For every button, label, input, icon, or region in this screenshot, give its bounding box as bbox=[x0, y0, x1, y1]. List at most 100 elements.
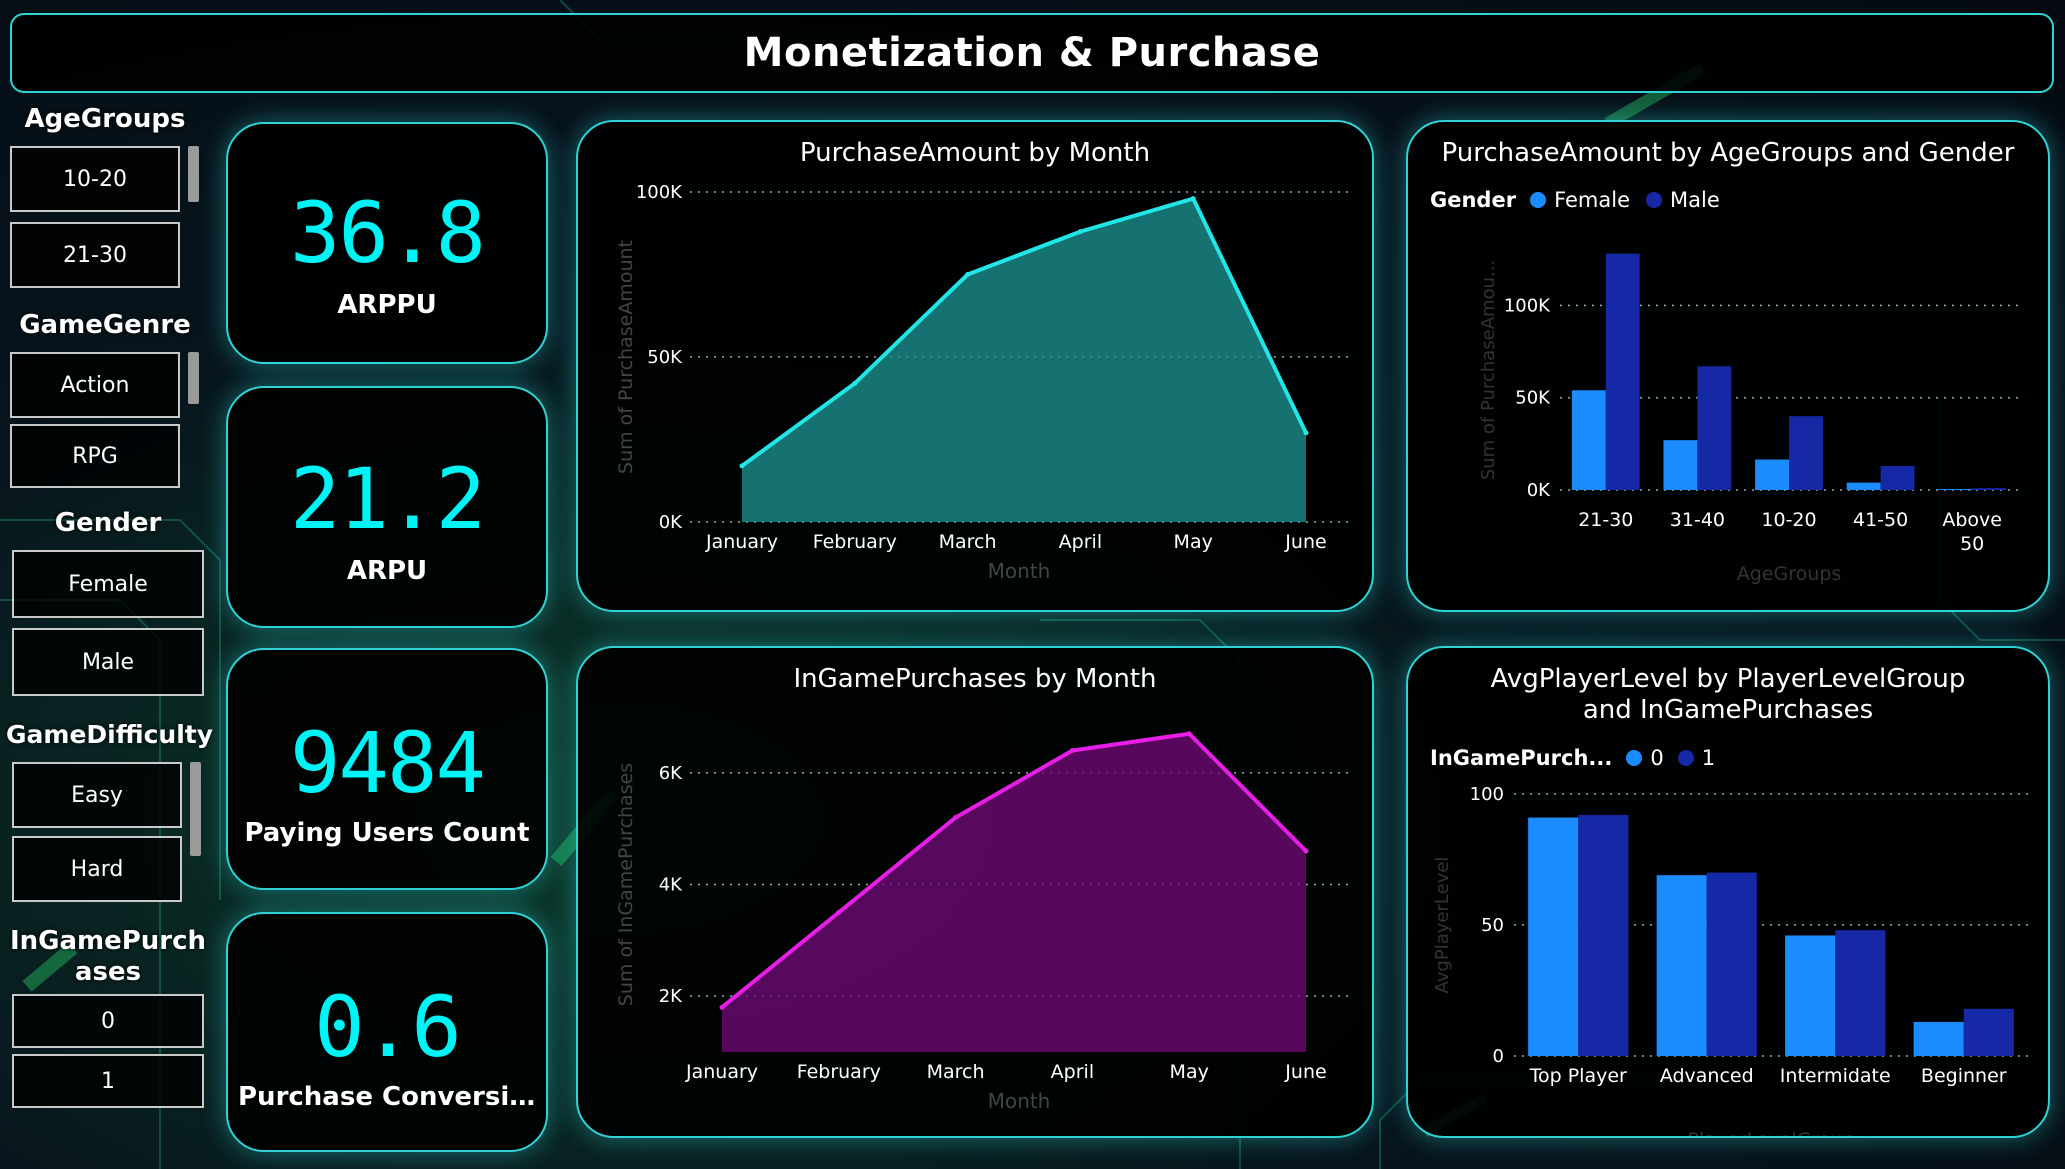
kpi-card-purchase-conversion: 0.6 Purchase Conversio... bbox=[226, 912, 548, 1152]
x-tick-label: February bbox=[797, 1061, 881, 1083]
slicer-item-genre-rpg[interactable]: RPG bbox=[10, 424, 180, 488]
chart-plot: 0 50 100 Top Player Advanced Intermidate Begin… bbox=[1432, 784, 2028, 1136]
kpi-label-arppu: ARPPU bbox=[337, 290, 437, 320]
chart-plot: 0K 50K 100K 21-30 31-40 10-20 41-50 Above50 AgeG… bbox=[1478, 253, 2018, 585]
kpi-label-purchase-conversion: Purchase Conversio... bbox=[238, 1082, 546, 1112]
kpi-value-purchase-conversion: 0.6 bbox=[314, 978, 462, 1076]
data-point bbox=[739, 463, 745, 469]
bar-male bbox=[1972, 488, 2007, 490]
kpi-card-arpu: 21.2 ARPU bbox=[226, 386, 548, 628]
kpi-card-paying-users: 9484 Paying Users Count bbox=[226, 648, 548, 890]
slicer-item-difficulty-hard[interactable]: Hard bbox=[12, 836, 182, 902]
y-tick-label: 4K bbox=[659, 875, 683, 896]
kpi-value-arppu: 36.8 bbox=[289, 184, 486, 282]
y-tick-label: 100 bbox=[1470, 784, 1504, 805]
x-tick-label: April bbox=[1059, 531, 1102, 553]
y-tick-label: 50K bbox=[1515, 388, 1551, 409]
x-tick-label: 10-20 bbox=[1761, 509, 1816, 531]
kpi-label-paying-users: Paying Users Count bbox=[244, 818, 530, 848]
x-tick-label: June bbox=[1284, 1061, 1326, 1083]
y-tick-label: 0K bbox=[1527, 480, 1551, 501]
x-tick-label: Above bbox=[1942, 509, 2002, 531]
bar-0 bbox=[1913, 1021, 1964, 1056]
data-point bbox=[953, 815, 959, 820]
bar-male bbox=[1697, 366, 1732, 490]
slicer-scrollbar-gamedifficulty[interactable] bbox=[190, 762, 201, 856]
data-point bbox=[1303, 848, 1309, 854]
bar-0 bbox=[1656, 875, 1707, 1056]
x-axis-title: Month bbox=[988, 559, 1051, 583]
x-tick-label: May bbox=[1174, 531, 1213, 553]
x-tick-label: January bbox=[685, 1061, 758, 1083]
x-tick-label: January bbox=[705, 531, 778, 553]
x-tick-label: Intermidate bbox=[1780, 1065, 1891, 1087]
data-point bbox=[1069, 748, 1075, 753]
chart-purchaseamount-by-agegroups-gender: PurchaseAmount by AgeGroups and Gender G… bbox=[1406, 120, 2050, 612]
slicer-scrollbar-agegroups[interactable] bbox=[188, 146, 199, 202]
y-axis-title: AvgPlayerLevel bbox=[1432, 857, 1453, 994]
slicer-item-purchases-0[interactable]: 0 bbox=[12, 994, 204, 1048]
x-tick-label: Advanced bbox=[1660, 1065, 1754, 1087]
kpi-value-arpu: 21.2 bbox=[289, 450, 486, 548]
chart-plot: 0K 50K 100K January February March April May Jun… bbox=[615, 182, 1348, 583]
y-tick-label: 6K bbox=[659, 763, 683, 784]
bar-female bbox=[1571, 390, 1606, 490]
dashboard-title: Monetization & Purchase bbox=[10, 13, 2054, 93]
x-tick-label: Top Player bbox=[1529, 1065, 1627, 1087]
x-tick-label: February bbox=[813, 531, 897, 553]
kpi-value-paying-users: 9484 bbox=[289, 714, 486, 812]
y-tick-label: 100K bbox=[636, 182, 683, 203]
data-point bbox=[719, 1004, 725, 1010]
y-tick-label: 100K bbox=[1504, 295, 1551, 316]
y-axis-title: Sum of PurchaseAmou... bbox=[1478, 260, 1499, 480]
data-point bbox=[1077, 229, 1083, 235]
x-tick-label: March bbox=[927, 1061, 985, 1083]
y-tick-label: 50 bbox=[1481, 915, 1504, 936]
chart-avgplayerlevel-by-group: AvgPlayerLevel by PlayerLevelGroup and I… bbox=[1406, 646, 2050, 1138]
x-tick-label: March bbox=[939, 531, 997, 553]
bar-female bbox=[1846, 482, 1881, 490]
bar-1 bbox=[1835, 930, 1886, 1056]
slicer-title-gamedifficulty: GameDifficulty bbox=[6, 720, 214, 749]
chart-plot: 2K 4K 6K January February March April May June Mo… bbox=[615, 731, 1348, 1113]
data-point bbox=[1303, 430, 1309, 436]
bar-1 bbox=[1706, 872, 1757, 1056]
bar-1 bbox=[1578, 814, 1629, 1056]
bar-female bbox=[1755, 459, 1789, 490]
chart-purchaseamount-by-month: PurchaseAmount by Month 0K 50K 100K January… bbox=[576, 120, 1374, 612]
bar-female bbox=[1938, 489, 1973, 491]
x-tick-label: 21-30 bbox=[1578, 509, 1633, 531]
slicer-item-difficulty-easy[interactable]: Easy bbox=[12, 762, 182, 828]
x-tick-label: June bbox=[1284, 531, 1326, 553]
bar-0 bbox=[1785, 935, 1836, 1056]
x-tick-label: 31-40 bbox=[1670, 509, 1725, 531]
y-axis-title: Sum of PurchaseAmount bbox=[615, 240, 637, 474]
x-axis-title: AgeGroups bbox=[1737, 563, 1842, 585]
slicer-item-gender-male[interactable]: Male bbox=[12, 628, 204, 696]
x-tick-label: May bbox=[1170, 1061, 1209, 1083]
slicer-item-purchases-1[interactable]: 1 bbox=[12, 1054, 204, 1108]
slicer-item-age-10-20[interactable]: 10-20 bbox=[10, 146, 180, 212]
x-axis-title: PlayerLevelGroup bbox=[1687, 1129, 1854, 1136]
slicer-item-genre-action[interactable]: Action bbox=[10, 352, 180, 418]
y-tick-label: 0K bbox=[659, 512, 683, 533]
data-point bbox=[836, 909, 842, 915]
slicer-item-gender-female[interactable]: Female bbox=[12, 550, 204, 618]
slicer-title-agegroups: AgeGroups bbox=[24, 104, 186, 134]
slicer-scrollbar-gamegenre[interactable] bbox=[188, 352, 199, 404]
area-fill bbox=[742, 198, 1306, 522]
bar-1 bbox=[1963, 1008, 2014, 1056]
y-tick-label: 0 bbox=[1493, 1046, 1504, 1067]
x-tick-label: Beginner bbox=[1921, 1065, 2007, 1087]
bar-male bbox=[1605, 253, 1640, 490]
slicer-item-age-21-30[interactable]: 21-30 bbox=[10, 222, 180, 288]
slicer-title-gender: Gender bbox=[54, 508, 162, 538]
kpi-card-arppu: 36.8 ARPPU bbox=[226, 122, 548, 364]
slicer-title-gamegenre: GameGenre bbox=[19, 310, 191, 340]
bar-0 bbox=[1528, 817, 1579, 1056]
chart-ingamepurchases-by-month: InGamePurchases by Month 2K 4K 6K January Fe… bbox=[576, 646, 1374, 1138]
bar-female bbox=[1663, 440, 1698, 490]
data-point bbox=[1190, 196, 1196, 202]
data-point bbox=[965, 272, 971, 277]
data-point bbox=[1186, 731, 1192, 737]
